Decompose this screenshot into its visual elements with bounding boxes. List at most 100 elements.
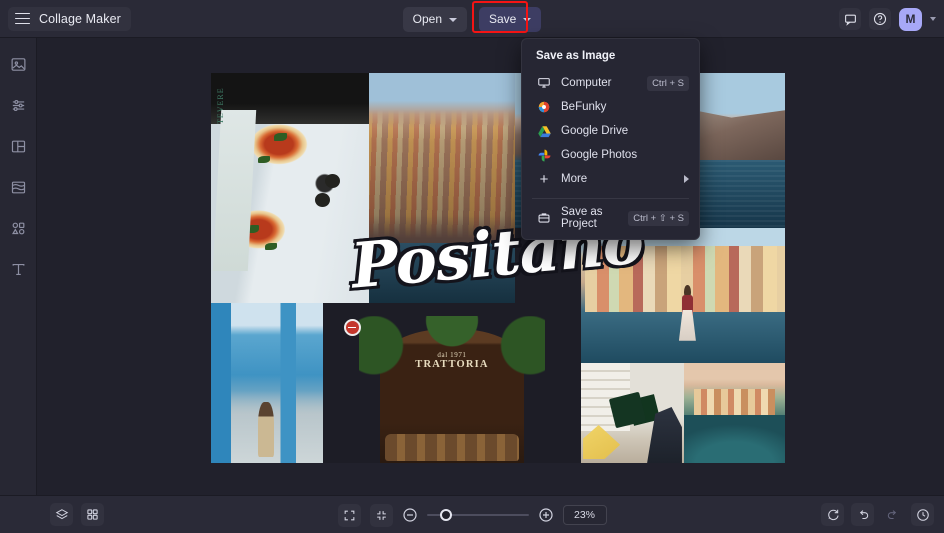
decor-yellow-cloth	[583, 425, 620, 459]
sidebar-item-textures[interactable]	[6, 175, 30, 199]
textures-icon	[10, 179, 27, 196]
history-button[interactable]	[911, 503, 934, 526]
photo-passport-hand[interactable]	[581, 363, 684, 463]
feedback-button[interactable]	[839, 8, 861, 30]
top-toolbar: Collage Maker Open Save	[0, 0, 944, 38]
collage-maker-app: Collage Maker Open Save	[0, 0, 944, 533]
redo-icon	[886, 508, 900, 522]
avatar[interactable]: M	[899, 8, 922, 31]
photo-trattoria[interactable]: dal 1971 TRATTORIA	[323, 303, 581, 463]
menu-item-label: BeFunky	[561, 101, 689, 113]
photo-caption-tevere: TEVERE	[216, 87, 225, 124]
zoom-controls: 23%	[0, 496, 944, 533]
photo-blue-street[interactable]	[211, 303, 323, 463]
befunky-icon	[536, 99, 552, 115]
image-icon	[10, 56, 27, 73]
text-icon	[10, 261, 27, 278]
google-drive-icon	[536, 123, 552, 139]
bottom-toolbar: 23%	[0, 495, 944, 533]
menu-item-computer[interactable]: Computer Ctrl + S	[522, 71, 699, 95]
canvas-area[interactable]: TEVERE	[37, 38, 944, 495]
decor-basil	[246, 225, 259, 233]
photo-cliff-village[interactable]	[369, 73, 515, 303]
cliff-village-photo-placeholder	[369, 73, 515, 303]
menu-item-befunky[interactable]: BeFunky	[522, 95, 699, 119]
collapse-icon	[375, 509, 388, 522]
sidebar-item-image-manager[interactable]	[6, 52, 30, 76]
menu-item-shortcut: Ctrl + ⇧ + S	[628, 211, 689, 226]
plus-icon: +	[536, 171, 552, 187]
zoom-slider-handle[interactable]	[440, 509, 452, 521]
save-dropdown-menu: Save as Image Computer Ctrl + S BeFunky	[521, 38, 700, 240]
menu-item-shortcut: Ctrl + S	[647, 76, 689, 91]
reset-icon	[826, 508, 840, 522]
photo-harbour-houses[interactable]	[581, 228, 785, 363]
fit-to-screen-button[interactable]	[338, 504, 361, 527]
layers-icon	[55, 508, 69, 522]
hamburger-icon[interactable]	[15, 13, 30, 25]
menu-item-google-drive[interactable]: Google Drive	[522, 119, 699, 143]
save-button-label: Save	[489, 12, 516, 26]
top-right-actions: M	[839, 0, 936, 38]
sidebar-item-edit-adjust[interactable]	[6, 93, 30, 117]
decor-stop-sign	[344, 319, 361, 336]
undo-button[interactable]	[851, 503, 874, 526]
comment-icon	[844, 13, 857, 26]
chevron-down-icon	[523, 18, 531, 22]
top-center-actions: Open Save	[0, 0, 944, 38]
history-icon	[916, 508, 930, 522]
menu-header: Save as Image	[522, 47, 699, 71]
open-button-label: Open	[413, 12, 442, 26]
passport-photo-placeholder	[581, 363, 684, 463]
decor-figure	[645, 407, 682, 463]
briefcase-icon	[536, 210, 552, 226]
menu-item-label: Google Drive	[561, 125, 689, 137]
app-menu-button[interactable]: Collage Maker	[8, 7, 131, 31]
chevron-right-icon	[684, 175, 689, 183]
help-button[interactable]	[869, 8, 891, 30]
photo-pizza-table[interactable]: TEVERE	[211, 73, 369, 303]
sidebar-item-graphics[interactable]	[6, 216, 30, 240]
menu-item-google-photos[interactable]: Google Photos	[522, 143, 699, 167]
computer-icon	[536, 75, 552, 91]
decor-basil	[274, 133, 287, 141]
menu-item-save-as-project[interactable]: Save as Project Ctrl + ⇧ + S	[522, 206, 699, 230]
decor-basil	[265, 243, 277, 250]
decor-sunglasses	[325, 174, 340, 188]
graphics-icon	[10, 220, 27, 237]
shrink-view-button[interactable]	[370, 504, 393, 527]
decor-woman-figure	[679, 285, 696, 341]
open-button[interactable]: Open	[403, 7, 467, 32]
sidebar-item-text[interactable]	[6, 257, 30, 281]
bottom-left-tools	[50, 503, 104, 526]
menu-divider	[532, 198, 689, 199]
question-circle-icon	[873, 12, 887, 26]
menu-item-more[interactable]: + More	[522, 167, 699, 191]
layout-icon	[10, 138, 27, 155]
photo-vernazza-cove[interactable]	[684, 363, 785, 463]
zoom-out-button[interactable]	[402, 507, 418, 523]
zoom-in-button[interactable]	[538, 507, 554, 523]
cove-photo-placeholder	[684, 363, 785, 463]
sidebar-item-layouts[interactable]	[6, 134, 30, 158]
redo-button[interactable]	[881, 503, 904, 526]
decor-basil	[258, 156, 270, 163]
menu-item-label: More	[561, 173, 684, 185]
left-sidebar	[0, 38, 37, 533]
sliders-icon	[10, 97, 27, 114]
harbour-photo-placeholder	[581, 228, 785, 363]
decor-baskets	[385, 434, 519, 461]
chevron-down-icon	[449, 18, 457, 22]
trattoria-sign-main: TRATTORIA	[400, 359, 503, 370]
expand-icon	[343, 509, 356, 522]
save-button[interactable]: Save	[479, 7, 541, 32]
reset-button[interactable]	[821, 503, 844, 526]
layers-button[interactable]	[50, 503, 73, 526]
pizza-photo-placeholder: TEVERE	[211, 73, 369, 303]
bottom-right-tools	[821, 503, 934, 526]
zoom-slider[interactable]	[427, 508, 529, 522]
zoom-level-input[interactable]: 23%	[563, 505, 607, 525]
grid-button[interactable]	[81, 503, 104, 526]
account-chevron-down-icon[interactable]	[930, 17, 936, 21]
menu-item-label: Save as Project	[561, 206, 628, 230]
